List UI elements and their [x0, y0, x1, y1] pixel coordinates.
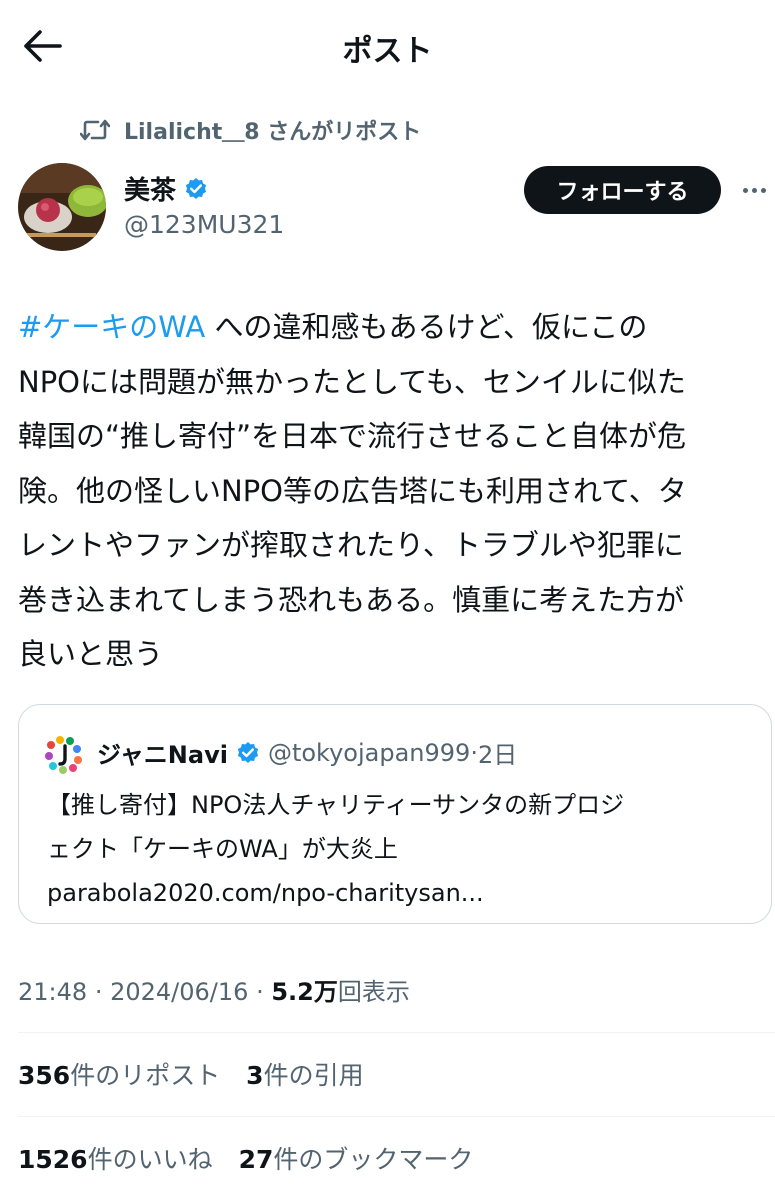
- top-bar: ポスト: [0, 0, 775, 92]
- tweet-date[interactable]: 2024/06/16: [110, 978, 248, 1006]
- stats-row-likes: 1526件のいいね 27件のブックマーク: [18, 1140, 473, 1176]
- tweet-time[interactable]: 21:48: [18, 978, 87, 1006]
- bookmarks-stat[interactable]: 27件のブックマーク: [239, 1140, 474, 1176]
- view-label: 回表示: [337, 978, 410, 1006]
- quote-author-name: ジャニNavi: [97, 741, 228, 769]
- repost-indicator[interactable]: Lilalicht＿8 さんがリポスト: [80, 114, 421, 146]
- tweet-text: #ケーキのWA への違和感もあるけど、仮にこの NPOには問題が無かったとしても…: [18, 300, 770, 682]
- meta-separator-2: ·: [256, 978, 264, 1006]
- view-count: 5.2万: [271, 978, 338, 1006]
- quote-link[interactable]: parabola2020.com/npo-charitysan...: [47, 871, 767, 915]
- hashtag-link[interactable]: #ケーキのWA: [18, 310, 205, 344]
- reposts-stat[interactable]: 356件のリポスト: [18, 1056, 220, 1092]
- quote-line-2: ェクト「ケーキのWA」が大炎上: [47, 835, 398, 863]
- likes-count: 1526: [18, 1145, 88, 1174]
- quotes-label: 件の引用: [263, 1061, 364, 1090]
- bookmarks-count: 27: [238, 1145, 274, 1174]
- divider: [18, 1116, 775, 1117]
- quote-separator: ·: [470, 738, 478, 767]
- reposts-label: 件のリポスト: [70, 1061, 221, 1090]
- quoted-tweet-card[interactable]: ジャニNavi @tokyojapan999 · 2日 【推し寄付】NPO法人チ…: [18, 704, 772, 924]
- quote-header: ジャニNavi @tokyojapan999 · 2日: [97, 735, 517, 770]
- quote-verified-badge-icon: [236, 741, 260, 765]
- bookmarks-label: 件のブックマーク: [273, 1145, 474, 1174]
- stats-row-reposts: 356件のリポスト 3件の引用: [18, 1056, 364, 1092]
- tweet-line-3: 韓国の“推し寄付”を日本で流行させること自体が危: [18, 419, 687, 453]
- likes-label: 件のいいね: [87, 1145, 213, 1174]
- follow-button[interactable]: フォローする: [524, 166, 721, 214]
- tweet-line-5: レントやファンが搾取されたり、トラブルや犯罪に: [18, 528, 684, 562]
- tweet-line-2: NPOには問題が無かったとしても、センイルに似た: [18, 364, 686, 399]
- meta-separator: ·: [94, 978, 103, 1006]
- reposts-count: 356: [18, 1061, 71, 1090]
- quote-handle: @tokyojapan999: [267, 738, 471, 767]
- repost-text: Lilalicht＿8 さんがリポスト: [124, 120, 422, 145]
- avatar[interactable]: [18, 163, 106, 251]
- quote-body: 【推し寄付】NPO法人チャリティーサンタの新プロジ ェクト「ケーキのWA」が大炎…: [47, 783, 767, 915]
- tweet-meta: 21:48 · 2024/06/16 · 5.2万回表示: [18, 972, 410, 1007]
- quote-avatar: [43, 733, 85, 775]
- quote-avatar-image: [43, 733, 85, 775]
- page-title: ポスト: [342, 34, 433, 69]
- quotes-stat[interactable]: 3件の引用: [246, 1056, 363, 1092]
- verified-badge-icon: [184, 177, 208, 201]
- retweet-icon: [80, 119, 110, 141]
- author-display-name: 美茶: [124, 176, 177, 206]
- quote-time: 2日: [477, 741, 518, 769]
- quote-line-1: 【推し寄付】NPO法人チャリティーサンタの新プロジ: [47, 791, 625, 819]
- more-options-icon[interactable]: [736, 172, 772, 208]
- tweet-line-1: #ケーキのWA への違和感もあるけど、仮にこの: [18, 300, 770, 355]
- tweet-line-4: 険。他の怪しいNPO等の広告塔にも利用されて、タ: [18, 473, 687, 508]
- likes-stat[interactable]: 1526件のいいね: [18, 1140, 213, 1176]
- tweet-line-1-text: への違和感もあるけど、仮にこの: [205, 310, 648, 344]
- quotes-count: 3: [246, 1061, 264, 1090]
- tweet-line-7: 良いと思う: [18, 637, 164, 671]
- tweet-line-6: 巻き込まれてしまう恐れもある。慎重に考えた方が: [18, 582, 685, 617]
- avatar-image: [18, 163, 106, 251]
- author-handle[interactable]: @123MU321: [124, 210, 284, 239]
- divider: [18, 1032, 775, 1033]
- author-name-row[interactable]: 美茶: [124, 170, 208, 207]
